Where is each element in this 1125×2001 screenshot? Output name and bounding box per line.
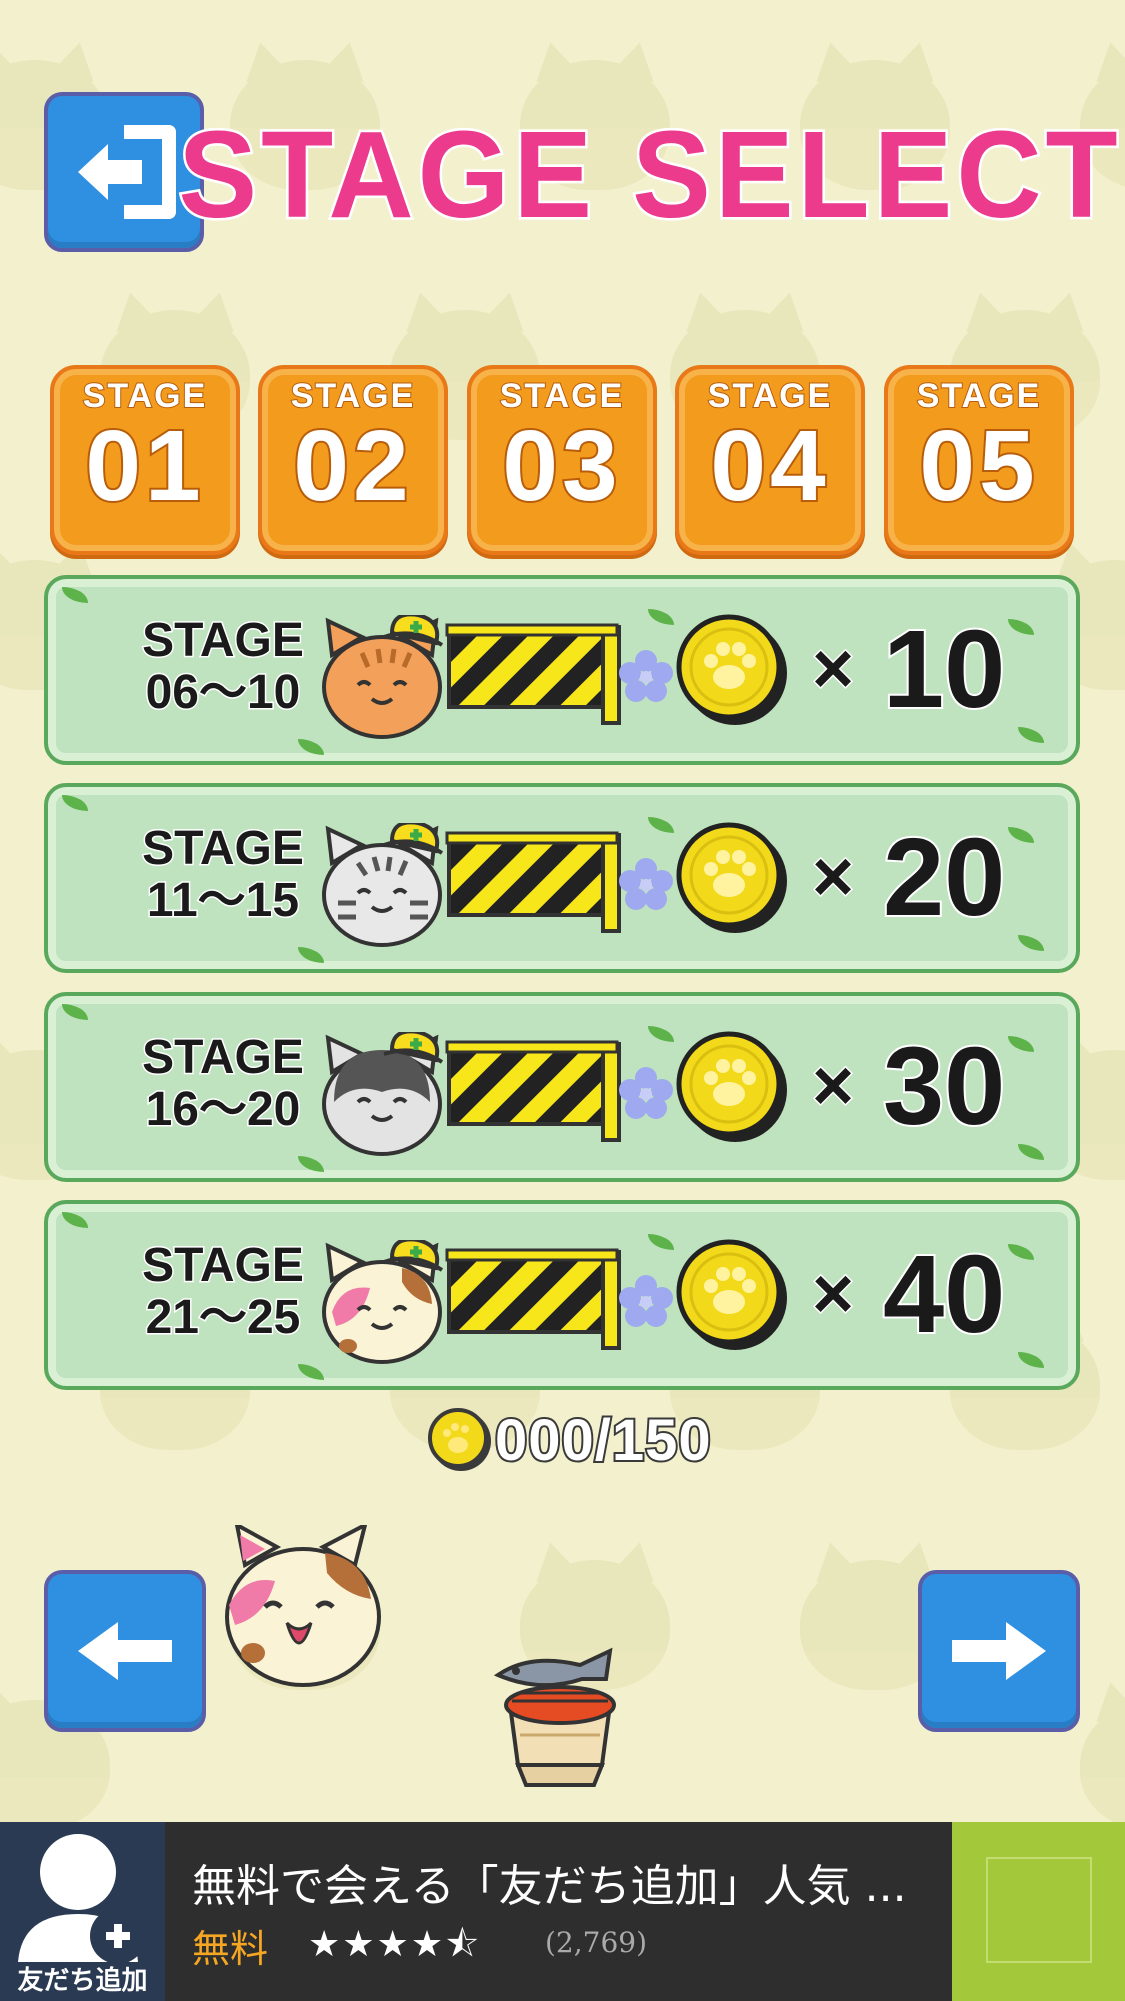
arrow-left-icon bbox=[78, 1622, 172, 1680]
stage-tile-01[interactable]: STAGE 01 bbox=[50, 365, 240, 555]
locked-row-stage-word: STAGE bbox=[141, 1238, 306, 1293]
coin-icon bbox=[428, 1408, 491, 1471]
ad-price: 無料 bbox=[192, 1927, 269, 1971]
grill-with-fish bbox=[490, 1635, 630, 1795]
multiply-sign: × bbox=[810, 1253, 855, 1336]
coin-icon bbox=[673, 1236, 791, 1354]
multiply-sign: × bbox=[810, 836, 855, 919]
barrier-icon bbox=[443, 619, 628, 729]
locked-row-range: 16〜20 bbox=[144, 1082, 302, 1137]
ad-cta-frame bbox=[986, 1857, 1092, 1963]
flower-icon bbox=[616, 855, 676, 915]
stage-tile-04[interactable]: STAGE 04 bbox=[675, 365, 865, 555]
unlock-cost: 30 bbox=[881, 1023, 1007, 1150]
locked-row-label: STAGE 16〜20 bbox=[113, 1030, 333, 1137]
flower-icon bbox=[616, 1272, 676, 1332]
ad-icon-caption: 友だち追加 bbox=[17, 1966, 148, 1996]
add-friend-icon bbox=[18, 1834, 146, 1964]
barrier-icon bbox=[443, 1244, 628, 1354]
stage-tile-03[interactable]: STAGE 03 bbox=[467, 365, 657, 555]
construction-cat-icon bbox=[318, 1237, 446, 1365]
title-select: SELECT bbox=[630, 103, 1122, 247]
locked-row-stage-word: STAGE bbox=[141, 821, 306, 876]
coin-icon bbox=[673, 819, 791, 937]
exit-icon bbox=[78, 125, 176, 219]
locked-row-label: STAGE 06〜10 bbox=[113, 613, 333, 720]
next-page-button[interactable] bbox=[918, 1570, 1080, 1732]
multiply-sign: × bbox=[810, 628, 855, 711]
ad-banner[interactable]: 友だち追加 無料で会える「友だち追加」人気 ... 無料 ★★★★⯪ (2,76… bbox=[0, 1822, 1125, 2001]
construction-cat-icon bbox=[318, 612, 446, 740]
ad-rating-stars: ★★★★⯪ bbox=[308, 1924, 482, 1965]
stage-tile-number: 01 bbox=[83, 410, 205, 522]
coin-counter: 000/150 bbox=[425, 1402, 713, 1478]
unlock-cost: 20 bbox=[881, 814, 1007, 941]
stage-tile-02[interactable]: STAGE 02 bbox=[258, 365, 448, 555]
stage-tile-05[interactable]: STAGE 05 bbox=[884, 365, 1074, 555]
locked-stage-row[interactable]: STAGE 06〜10 × 10 bbox=[44, 575, 1080, 765]
locked-row-range: 11〜15 bbox=[145, 873, 300, 928]
barrier-icon bbox=[443, 1036, 628, 1146]
unlock-cost: 10 bbox=[881, 606, 1007, 733]
locked-stage-row[interactable]: STAGE 16〜20 × 30 bbox=[44, 992, 1080, 1182]
title-stage: STAGE bbox=[176, 103, 597, 247]
locked-row-range: 06〜10 bbox=[144, 665, 302, 720]
ad-cta-button[interactable] bbox=[952, 1822, 1125, 2001]
locked-row-range: 21〜25 bbox=[144, 1290, 302, 1345]
stage-tile-number: 02 bbox=[291, 410, 413, 522]
page-title: STAGE SELECT bbox=[176, 103, 1120, 247]
stage-tile-number: 03 bbox=[500, 410, 622, 522]
arrow-right-icon bbox=[952, 1622, 1046, 1680]
coin-icon bbox=[673, 1028, 791, 1146]
locked-stage-row[interactable]: STAGE 11〜15 × 20 bbox=[44, 783, 1080, 973]
locked-row-label: STAGE 11〜15 bbox=[113, 821, 333, 928]
construction-cat-icon bbox=[318, 1029, 446, 1157]
prev-page-button[interactable] bbox=[44, 1570, 206, 1732]
unlock-cost: 40 bbox=[881, 1231, 1007, 1358]
coin-counter-text: 000/150 bbox=[493, 1406, 713, 1475]
flower-icon bbox=[616, 1064, 676, 1124]
coin-icon bbox=[673, 611, 791, 729]
construction-cat-icon bbox=[318, 820, 446, 948]
locked-row-label: STAGE 21〜25 bbox=[113, 1238, 333, 1345]
ad-review-count: (2,769) bbox=[545, 1926, 648, 1959]
ad-title[interactable]: 無料で会える「友だち追加」人気 ... bbox=[192, 1850, 937, 1914]
ad-app-icon[interactable]: 友だち追加 bbox=[0, 1822, 165, 2001]
stage-tile-number: 04 bbox=[708, 410, 830, 522]
locked-stage-row[interactable]: STAGE 21〜25 × 40 bbox=[44, 1200, 1080, 1390]
barrier-icon bbox=[443, 827, 628, 937]
flower-icon bbox=[616, 647, 676, 707]
locked-row-stage-word: STAGE bbox=[141, 1030, 306, 1085]
multiply-sign: × bbox=[810, 1045, 855, 1128]
locked-row-stage-word: STAGE bbox=[141, 613, 306, 668]
stage-tile-number: 05 bbox=[917, 410, 1039, 522]
calico-cat-mascot bbox=[215, 1521, 385, 1690]
